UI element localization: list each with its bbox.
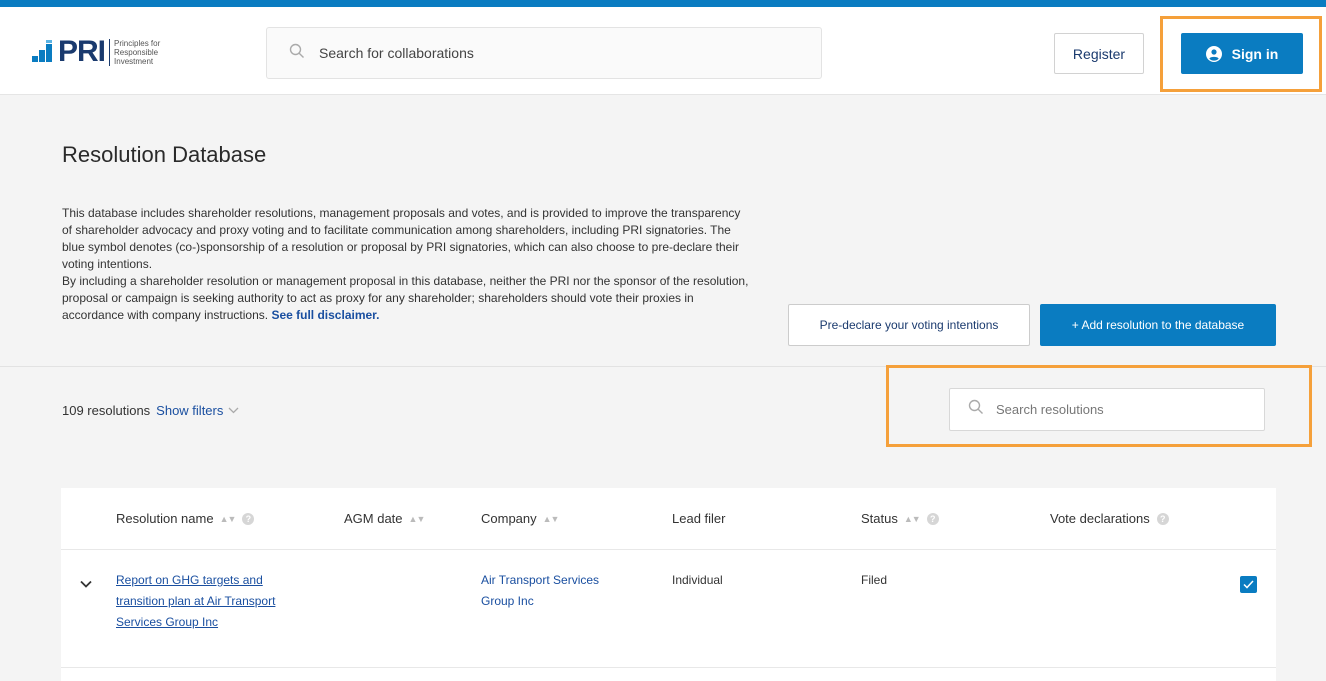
sort-icon: ▲▼ xyxy=(903,513,921,524)
logo-mark-icon xyxy=(32,40,56,64)
column-lead-filer: Lead filer xyxy=(672,511,726,526)
column-vote-declarations: Vote declarations ? xyxy=(1050,511,1169,526)
intro-paragraph-1: This database includes shareholder resol… xyxy=(62,206,741,271)
column-company[interactable]: Company ▲▼ xyxy=(481,511,560,526)
help-icon[interactable]: ? xyxy=(926,512,939,525)
table-header: Resolution name ▲▼ ? AGM date ▲▼ Company… xyxy=(61,488,1276,550)
intro-text: This database includes shareholder resol… xyxy=(62,205,752,324)
help-icon[interactable]: ? xyxy=(242,512,255,525)
search-icon xyxy=(289,43,305,64)
co-sponsorship-check-icon xyxy=(1240,576,1257,593)
sign-in-highlight xyxy=(1160,16,1322,92)
predeclare-voting-button[interactable]: Pre-declare your voting intentions xyxy=(788,304,1030,346)
top-accent-bar xyxy=(0,0,1326,7)
resolutions-table: Resolution name ▲▼ ? AGM date ▲▼ Company… xyxy=(61,488,1276,681)
site-header: PRI Principles for Responsible Investmen… xyxy=(0,7,1326,95)
page-title: Resolution Database xyxy=(62,142,267,167)
show-filters-label: Show filters xyxy=(156,403,224,418)
expand-chevron-icon[interactable] xyxy=(80,575,92,593)
column-agm-date[interactable]: AGM date ▲▼ xyxy=(344,511,426,526)
lead-filer-cell: Individual xyxy=(672,573,723,587)
disclaimer-link[interactable]: See full disclaimer. xyxy=(271,308,379,322)
sort-icon: ▲▼ xyxy=(542,513,560,524)
search-placeholder: Search for collaborations xyxy=(319,45,474,61)
resolution-name-link[interactable]: Report on GHG targets and transition pla… xyxy=(116,570,296,633)
help-icon[interactable]: ? xyxy=(1156,512,1169,525)
chevron-down-icon xyxy=(228,407,239,414)
search-highlight xyxy=(886,365,1312,447)
show-filters-toggle[interactable]: Show filters xyxy=(156,403,239,418)
column-resolution-name[interactable]: Resolution name ▲▼ ? xyxy=(116,511,255,526)
results-summary: 109 resolutions Show filters xyxy=(62,403,239,418)
column-status[interactable]: Status ▲▼ ? xyxy=(861,511,939,526)
sort-icon: ▲▼ xyxy=(219,513,237,524)
company-cell[interactable]: Air Transport Services Group Inc xyxy=(481,570,631,612)
register-button[interactable]: Register xyxy=(1054,33,1144,74)
status-cell: Filed xyxy=(861,573,888,587)
add-resolution-button[interactable]: + Add resolution to the database xyxy=(1040,304,1276,346)
collaboration-search-input[interactable]: Search for collaborations xyxy=(266,27,822,79)
pri-logo[interactable]: PRI Principles for Responsible Investmen… xyxy=(32,35,202,69)
sort-icon: ▲▼ xyxy=(408,513,426,524)
intro-paragraph-2: By including a shareholder resolution or… xyxy=(62,274,749,322)
logo-subtitle: Principles for Responsible Investment xyxy=(109,38,160,66)
table-row: Report on GHG targets and transition pla… xyxy=(61,550,1276,668)
logo-wordmark: PRI xyxy=(58,35,106,68)
results-count: 109 resolutions xyxy=(62,403,151,418)
